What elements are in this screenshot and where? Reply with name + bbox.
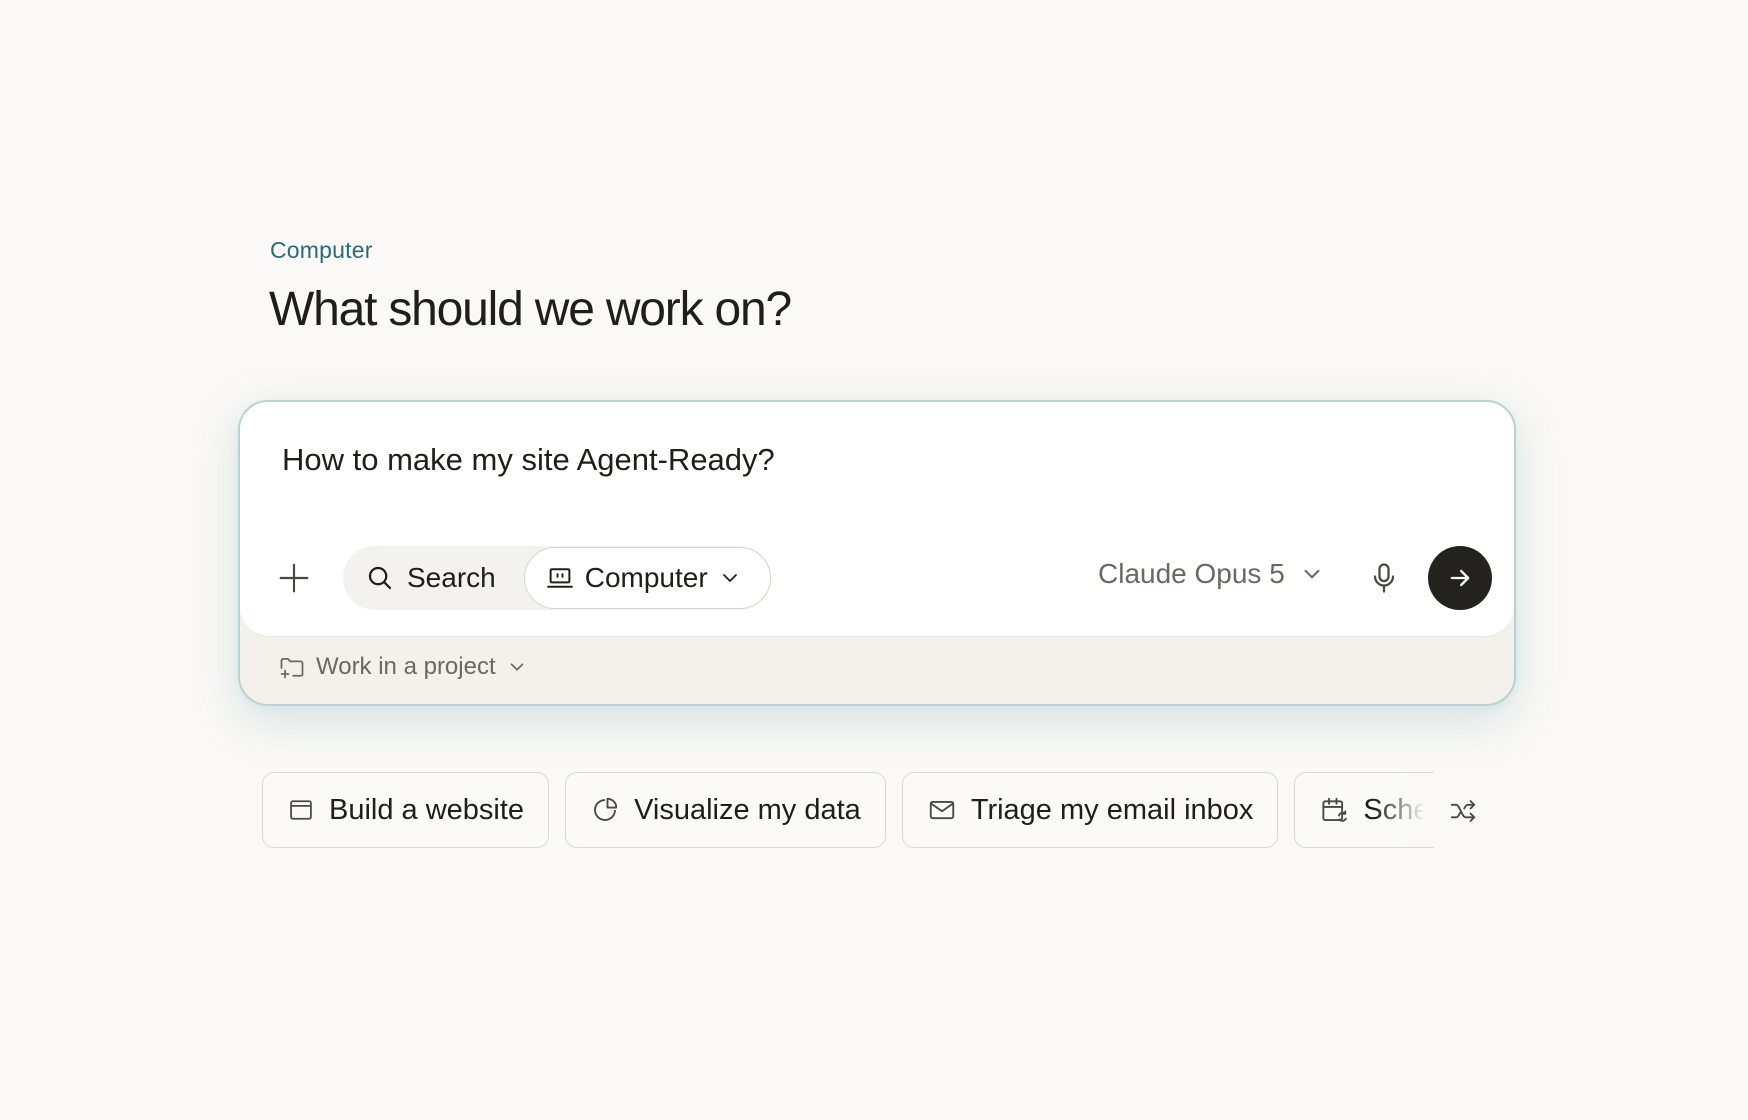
tool-toggle-group: Search Computer [343,546,771,610]
shuffle-icon [1448,796,1478,826]
send-button[interactable] [1428,546,1492,610]
page-title: What should we work on? [269,283,792,336]
search-tool-label: Search [407,562,496,593]
project-label: Work in a project [316,653,496,680]
computer-tool-dropdown[interactable]: Computer [523,547,771,609]
laptop-icon [545,563,575,593]
add-attachment-button[interactable] [274,558,314,598]
suggestion-visualize-data[interactable]: Visualize my data [565,772,886,848]
chevron-down-icon [1299,561,1325,587]
suggestion-label: Triage my email inbox [970,793,1254,826]
suggestion-triage-email[interactable]: Triage my email inbox [901,772,1279,848]
model-selector[interactable]: Claude Opus 5 [1098,558,1325,590]
eyebrow-label: Computer [270,237,373,263]
search-tool-button[interactable]: Search [343,546,524,610]
plus-icon [274,558,314,598]
model-label: Claude Opus 5 [1098,558,1285,589]
pie-chart-icon [590,795,620,825]
shuffle-suggestions-button[interactable] [1448,796,1478,826]
chevron-down-icon [718,566,742,590]
arrow-right-icon [1446,564,1474,592]
search-icon [365,563,395,593]
browser-window-icon [287,796,315,824]
computer-tool-label: Computer [584,562,708,593]
calendar-sync-icon [1319,795,1349,825]
prompt-input[interactable]: How to make my site Agent-Ready? [282,442,775,478]
suggestion-chips: Build a website Visualize my data Triage… [262,772,1435,848]
mail-icon [927,795,957,825]
suggestion-schedule[interactable]: Sche [1294,772,1435,848]
voice-input-button[interactable] [1366,560,1402,596]
project-selector[interactable]: Work in a project [278,653,528,681]
suggestion-label: Build a website [329,793,525,826]
suggestion-build-website[interactable]: Build a website [262,772,550,848]
suggestion-label: Visualize my data [634,793,861,826]
folder-plus-icon [278,653,306,681]
chevron-down-icon [506,656,528,678]
microphone-icon [1366,560,1402,596]
suggestion-label: Sche [1363,793,1430,826]
